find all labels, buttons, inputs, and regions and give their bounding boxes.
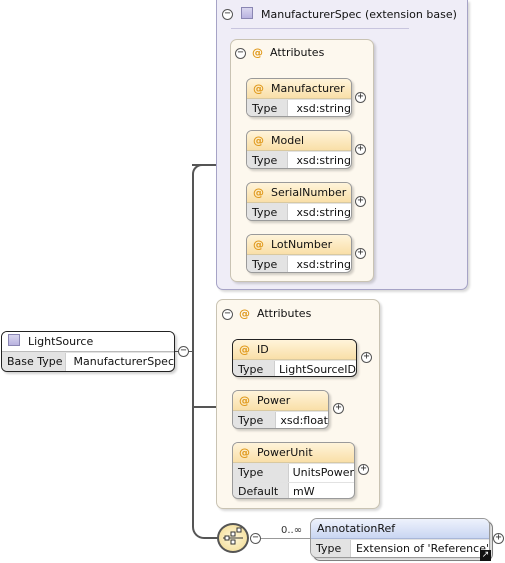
element-expand-toggle[interactable]: + — [493, 533, 504, 544]
attribute-name: SerialNumber — [271, 186, 347, 199]
attribute-type-row: Type xsd:string — [247, 151, 351, 168]
row-key: Base Type — [2, 353, 66, 371]
attribute-icon: @ — [239, 446, 250, 459]
attribute-name: PowerUnit — [257, 446, 313, 459]
extension-title: ManufacturerSpec (extension base) — [241, 7, 457, 21]
attribute-header: @ LotNumber — [247, 235, 351, 255]
reference-link-icon[interactable]: ↗ — [480, 550, 491, 561]
attribute-name: LotNumber — [271, 238, 333, 251]
row-key: Type — [233, 361, 276, 376]
row-key: Type — [233, 464, 289, 482]
attribute-header: @ PowerUnit — [233, 443, 354, 463]
connector-sequence-element — [260, 538, 310, 539]
connector-curve-bottom — [192, 522, 218, 539]
extension-attributes-collapse-toggle[interactable]: − — [235, 48, 246, 59]
attribute-powerunit[interactable]: @ PowerUnit Type UnitsPower Default mW — [232, 442, 355, 499]
row-key: Type — [311, 540, 351, 557]
row-key: Type — [247, 204, 289, 220]
attribute-lotnumber[interactable]: @ LotNumber Type xsd:string — [246, 234, 352, 273]
extension-title-divider — [231, 28, 409, 29]
attribute-icon: @ — [239, 343, 250, 356]
attribute-expand-toggle[interactable]: + — [355, 144, 366, 155]
attribute-header: @ Power — [233, 391, 328, 411]
row-value: ManufacturerSpec — [73, 355, 174, 368]
attribute-manufacturer[interactable]: @ Manufacturer Type xsd:string — [246, 78, 352, 117]
attribute-icon: @ — [239, 394, 250, 407]
attribute-header: @ Manufacturer — [247, 79, 351, 99]
attribute-expand-toggle[interactable]: + — [355, 248, 366, 259]
row-value: xsd:float — [280, 414, 328, 427]
attribute-icon: @ — [252, 46, 263, 59]
row-value: xsd:string — [296, 258, 351, 271]
attributes-label: @ Attributes — [239, 307, 312, 320]
attribute-type-row: Type xsd:float — [233, 411, 328, 428]
cardinality-label: 0..∞ — [281, 525, 303, 536]
attribute-expand-toggle[interactable]: + — [333, 403, 344, 414]
connector-curve-top — [192, 164, 208, 180]
root-base-type-row: Base Type ManufacturerSpec — [2, 352, 174, 371]
row-key: Default — [233, 483, 289, 498]
sequence-collapse-toggle[interactable]: − — [250, 533, 261, 544]
extension-attributes-label: @ Attributes — [252, 46, 325, 59]
attribute-type-row: Type LightSourceID — [233, 360, 356, 376]
attribute-header: @ Model — [247, 131, 351, 151]
row-value: UnitsPower — [292, 466, 354, 479]
attributes-collapse-toggle[interactable]: − — [222, 309, 233, 320]
element-annotationref[interactable]: AnnotationRef Type Extension of 'Referenc… — [310, 518, 490, 558]
row-value: Extension of 'Reference' — [355, 542, 489, 555]
attribute-serialnumber[interactable]: @ SerialNumber Type xsd:string — [246, 182, 352, 221]
row-value: LightSourceID — [279, 363, 356, 376]
attribute-type-row: Type xsd:string — [247, 99, 351, 116]
attribute-expand-toggle[interactable]: + — [355, 196, 366, 207]
attribute-header: @ SerialNumber — [247, 183, 351, 203]
attribute-icon: @ — [239, 307, 250, 320]
connector-trunk — [192, 178, 194, 522]
complex-type-icon — [8, 334, 20, 346]
attribute-type-row: Type UnitsPower — [233, 463, 354, 482]
extension-collapse-toggle[interactable]: − — [222, 9, 233, 20]
attribute-expand-toggle[interactable]: + — [358, 464, 369, 475]
row-value: xsd:string — [296, 102, 351, 115]
attributes-group: − @ Attributes @ ID Type LightSourceID + … — [216, 299, 380, 509]
attribute-type-row: Type xsd:string — [247, 203, 351, 220]
attribute-icon: @ — [253, 134, 264, 147]
row-key: Type — [247, 100, 289, 116]
extension-base-group: − ManufacturerSpec (extension base) − @ … — [216, 0, 468, 290]
attribute-power[interactable]: @ Power Type xsd:float — [232, 390, 329, 429]
attribute-icon: @ — [253, 238, 264, 251]
root-element-lightsource[interactable]: LightSource Base Type ManufacturerSpec — [1, 331, 175, 372]
attribute-model[interactable]: @ Model Type xsd:string — [246, 130, 352, 169]
element-header: AnnotationRef — [311, 519, 489, 539]
attribute-name: ID — [257, 343, 269, 356]
attribute-type-row: Type xsd:string — [247, 255, 351, 272]
row-value: mW — [293, 485, 315, 498]
extension-title-text: ManufacturerSpec (extension base) — [261, 8, 457, 21]
sequence-compositor[interactable] — [217, 523, 249, 553]
attribute-id[interactable]: @ ID Type LightSourceID — [232, 339, 357, 377]
attribute-icon: @ — [253, 82, 264, 95]
complex-type-icon — [241, 7, 253, 19]
sequence-icon — [223, 527, 243, 545]
extension-attributes-group: − @ Attributes @ Manufacturer Type xsd:st… — [230, 39, 374, 282]
root-element-title: LightSource — [28, 335, 94, 348]
attribute-expand-toggle[interactable]: + — [355, 92, 366, 103]
attribute-name: Model — [271, 134, 305, 147]
attribute-default-row: Default mW — [233, 482, 354, 498]
attribute-icon: @ — [253, 186, 264, 199]
row-key: Type — [247, 256, 289, 272]
attribute-name: Power — [257, 394, 291, 407]
element-name: AnnotationRef — [317, 522, 396, 535]
root-collapse-toggle[interactable]: − — [178, 346, 189, 357]
attribute-header: @ ID — [233, 340, 356, 360]
connector-to-attributes — [192, 406, 216, 408]
attribute-name: Manufacturer — [271, 82, 345, 95]
row-key: Type — [233, 412, 277, 428]
row-key: Type — [247, 152, 289, 168]
row-value: xsd:string — [296, 206, 351, 219]
element-type-row: Type Extension of 'Reference' — [311, 539, 489, 557]
attribute-expand-toggle[interactable]: + — [361, 352, 372, 363]
row-value: xsd:string — [296, 154, 351, 167]
root-element-header: LightSource — [2, 332, 174, 352]
